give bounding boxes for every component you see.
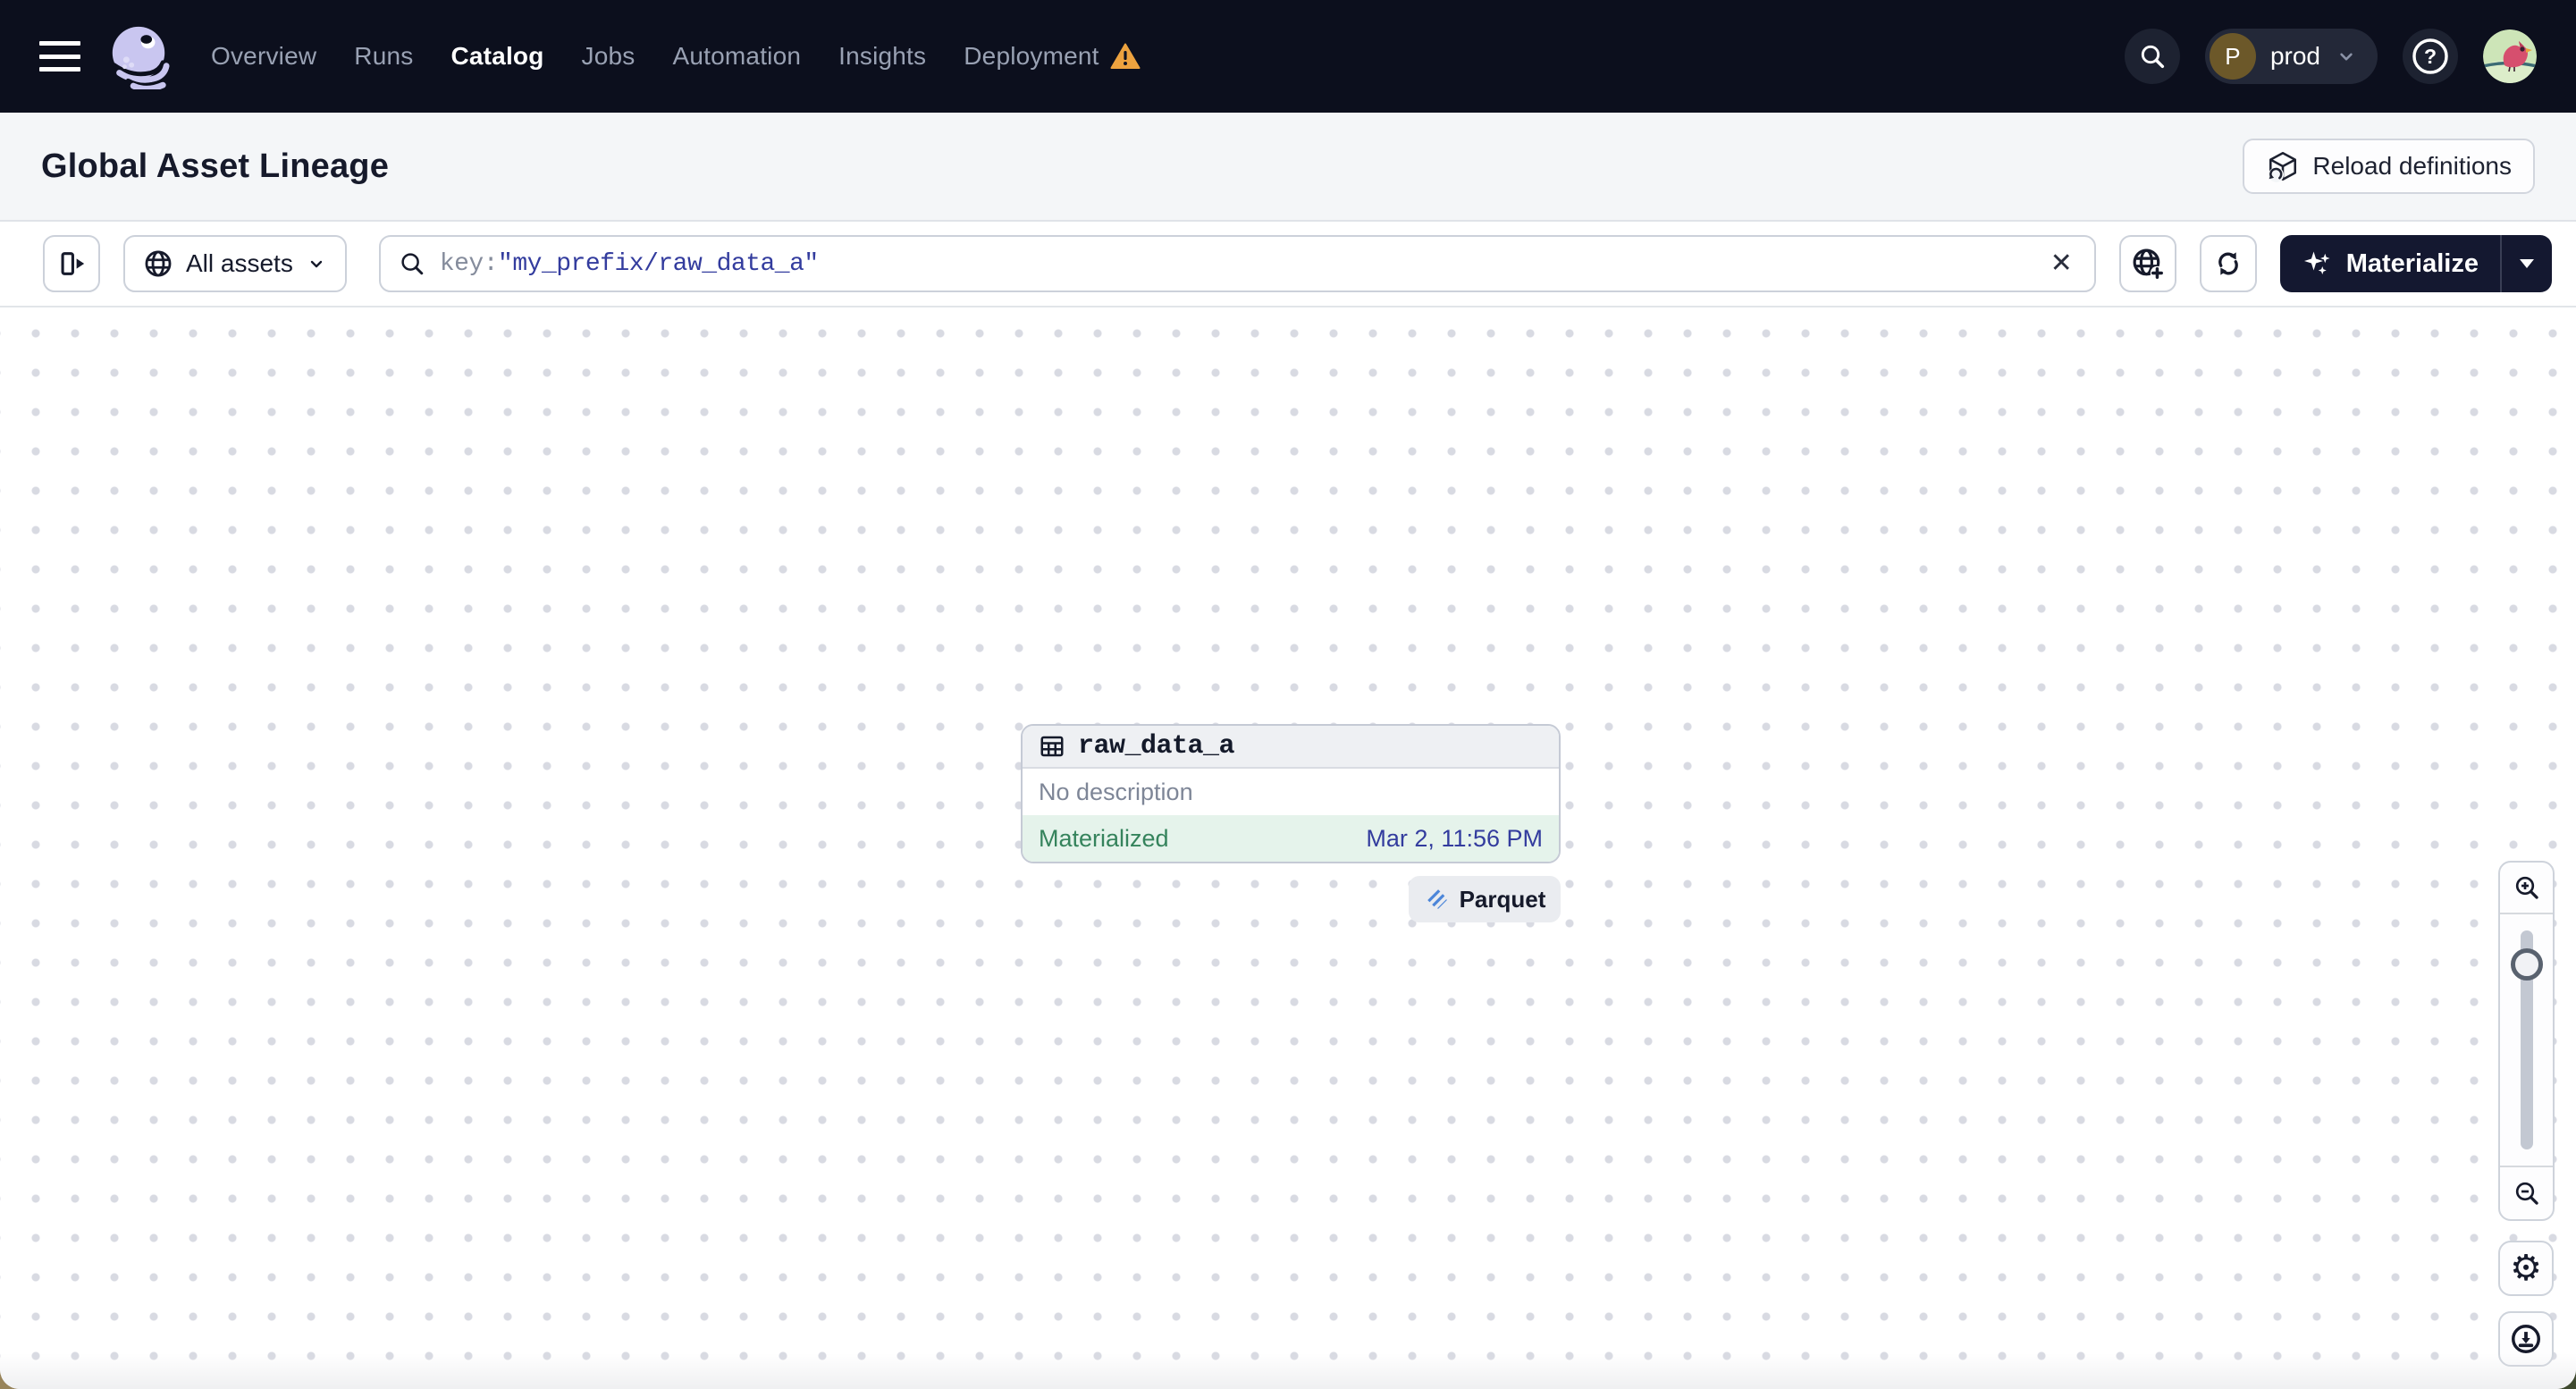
chevron-down-icon bbox=[310, 260, 323, 268]
materialize-options-button[interactable] bbox=[2502, 235, 2552, 292]
nav-item-automation[interactable]: Automation bbox=[673, 42, 802, 71]
warning-icon bbox=[1110, 43, 1141, 69]
gear-icon: ⚙ bbox=[2510, 1249, 2542, 1288]
chevron-down-icon bbox=[2340, 53, 2353, 61]
nav-right-cluster: P prod ? bbox=[2124, 29, 2537, 84]
app-window: Overview Runs Catalog Jobs Automation In… bbox=[0, 0, 2576, 1389]
globe-icon bbox=[145, 250, 172, 277]
help-button[interactable]: ? bbox=[2403, 29, 2458, 84]
parquet-icon bbox=[1426, 888, 1448, 910]
materialize-label: Materialize bbox=[2345, 248, 2479, 278]
zoom-slider-thumb[interactable] bbox=[2510, 948, 2543, 981]
asset-kind-tag-label: Parquet bbox=[1459, 885, 1546, 913]
asset-status-badge: Materialized bbox=[1039, 824, 1169, 852]
global-search-button[interactable] bbox=[2124, 29, 2180, 84]
top-nav: Overview Runs Catalog Jobs Automation In… bbox=[0, 0, 2576, 113]
nav-item-overview[interactable]: Overview bbox=[211, 42, 316, 71]
asset-status-row: Materialized Mar 2, 11:56 PM bbox=[1023, 815, 1559, 862]
nav-item-catalog[interactable]: Catalog bbox=[450, 42, 543, 71]
graph-settings-button[interactable]: ⚙ bbox=[2498, 1241, 2554, 1296]
environment-name: prod bbox=[2269, 42, 2320, 70]
asset-description: No description bbox=[1023, 769, 1559, 815]
zoom-in-icon bbox=[2515, 876, 2538, 899]
materialize-split-button: Materialize bbox=[2279, 235, 2552, 292]
clear-search-button[interactable]: ✕ bbox=[2047, 247, 2076, 281]
environment-avatar: P bbox=[2209, 33, 2256, 80]
zoom-control-panel bbox=[2498, 861, 2555, 1221]
search-query-value: "my_prefix/raw_data_a" bbox=[498, 249, 819, 278]
sparkles-icon bbox=[2303, 251, 2330, 274]
user-avatar[interactable] bbox=[2483, 29, 2537, 83]
zoom-out-button[interactable] bbox=[2500, 1167, 2553, 1219]
asset-node-header: raw_data_a bbox=[1023, 726, 1559, 769]
hamburger-menu-button[interactable] bbox=[39, 41, 80, 72]
caret-down-icon bbox=[2520, 259, 2534, 268]
search-icon bbox=[2141, 45, 2165, 69]
page-title: Global Asset Lineage bbox=[41, 147, 390, 185]
lineage-canvas[interactable]: raw_data_a No description Materialized M… bbox=[0, 307, 2576, 1389]
nav-item-deployment[interactable]: Deployment bbox=[964, 42, 1141, 71]
help-icon: ? bbox=[2412, 38, 2448, 74]
open-side-panel-button[interactable] bbox=[43, 235, 100, 292]
nav-item-jobs[interactable]: Jobs bbox=[582, 42, 636, 71]
zoom-out-icon bbox=[2515, 1182, 2538, 1205]
lineage-toolbar: All assets key:"my_prefix/raw_data_a" ✕ bbox=[0, 222, 2576, 307]
environment-switcher[interactable]: P prod bbox=[2204, 29, 2378, 84]
asset-kind-tag-parquet[interactable]: Parquet bbox=[1409, 876, 1561, 922]
dagster-logo-icon[interactable] bbox=[105, 23, 172, 89]
nav-item-deployment-label: Deployment bbox=[964, 42, 1099, 70]
search-query-prefix: key: bbox=[439, 249, 499, 278]
asset-node-raw-data-a[interactable]: raw_data_a No description Materialized M… bbox=[1021, 724, 1561, 863]
search-icon bbox=[401, 253, 424, 275]
asset-materialization-timestamp: Mar 2, 11:56 PM bbox=[1366, 824, 1543, 852]
graph-scope-button[interactable] bbox=[2118, 235, 2176, 292]
table-icon bbox=[1040, 736, 1064, 757]
cardinal-bird-avatar-image bbox=[2483, 29, 2537, 83]
nav-item-insights[interactable]: Insights bbox=[838, 42, 926, 71]
reload-definitions-label: Reload definitions bbox=[2312, 152, 2512, 180]
asset-scope-dropdown[interactable]: All assets bbox=[123, 235, 347, 292]
reload-definitions-button[interactable]: Reload definitions bbox=[2243, 139, 2535, 194]
primary-nav: Overview Runs Catalog Jobs Automation In… bbox=[211, 42, 1141, 71]
download-graph-button[interactable] bbox=[2498, 1311, 2554, 1367]
asset-name: raw_data_a bbox=[1078, 731, 1235, 762]
panel-toggle-icon bbox=[61, 252, 85, 275]
asset-scope-label: All assets bbox=[186, 249, 293, 277]
nav-item-runs[interactable]: Runs bbox=[354, 42, 413, 71]
materialize-button[interactable]: Materialize bbox=[2280, 235, 2500, 292]
svg-text:?: ? bbox=[2424, 45, 2437, 68]
zoom-slider[interactable] bbox=[2500, 913, 2553, 1167]
zoom-in-button[interactable] bbox=[2500, 863, 2553, 913]
refresh-button[interactable] bbox=[2199, 235, 2257, 292]
globe-plus-icon bbox=[2133, 248, 2164, 281]
refresh-icon bbox=[2218, 252, 2238, 275]
reload-definitions-icon bbox=[2269, 151, 2297, 182]
download-icon bbox=[2512, 1325, 2540, 1353]
asset-search-input[interactable]: key:"my_prefix/raw_data_a" ✕ bbox=[378, 235, 2096, 292]
page-header: Global Asset Lineage Reload definitions bbox=[0, 113, 2576, 222]
